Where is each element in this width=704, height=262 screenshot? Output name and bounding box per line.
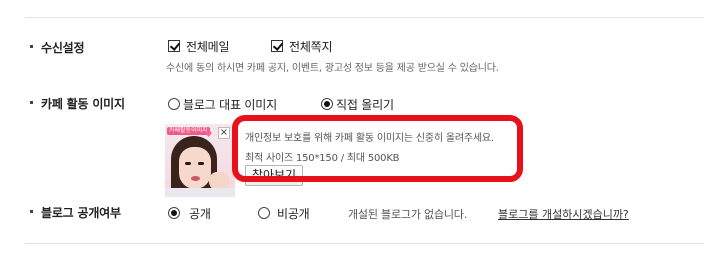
public-radio[interactable] <box>168 207 180 219</box>
receive-help-text: 수신에 동의 하시면 카페 공지, 이벤트, 광고성 정보 등을 제공 받으실 … <box>166 63 499 74</box>
bullet-icon <box>30 210 33 213</box>
public-label[interactable]: 공개 <box>189 205 211 222</box>
blog-public-text: 블로그 공개여부 <box>41 206 121 220</box>
no-blog-status: 개설된 블로그가 없습니다. <box>348 208 468 221</box>
top-divider <box>25 17 704 18</box>
blog-image-label[interactable]: 블로그 대표 이미지 <box>183 96 277 113</box>
remove-image-icon[interactable]: × <box>218 127 230 139</box>
receive-settings-text: 수신설정 <box>41 41 85 55</box>
all-mail-label[interactable]: 전체메일 <box>186 38 230 55</box>
thumbnail-tag: 카페활동이미지 <box>167 127 210 135</box>
private-radio[interactable] <box>258 207 270 219</box>
direct-upload-radio[interactable] <box>321 98 333 110</box>
annotation-highlight <box>232 115 523 182</box>
all-mail-checkbox[interactable] <box>168 40 180 52</box>
receive-settings-label: 수신설정 <box>30 39 85 56</box>
all-notes-checkbox[interactable] <box>271 40 283 52</box>
create-blog-link[interactable]: 블로그를 개설하시겠습니까? <box>498 206 629 222</box>
bottom-divider <box>25 243 704 244</box>
heart-icon: ♥ <box>205 130 213 139</box>
bullet-icon <box>30 101 33 104</box>
activity-image-text: 카페 활동 이미지 <box>41 97 125 111</box>
private-label[interactable]: 비공개 <box>277 205 310 222</box>
activity-image-label: 카페 활동 이미지 <box>30 95 125 112</box>
direct-upload-label[interactable]: 직접 올리기 <box>336 96 394 113</box>
bullet-icon <box>30 45 33 48</box>
blog-public-label: 블로그 공개여부 <box>30 204 121 221</box>
blog-image-radio[interactable] <box>168 98 180 110</box>
all-notes-label[interactable]: 전체쪽지 <box>289 38 333 55</box>
